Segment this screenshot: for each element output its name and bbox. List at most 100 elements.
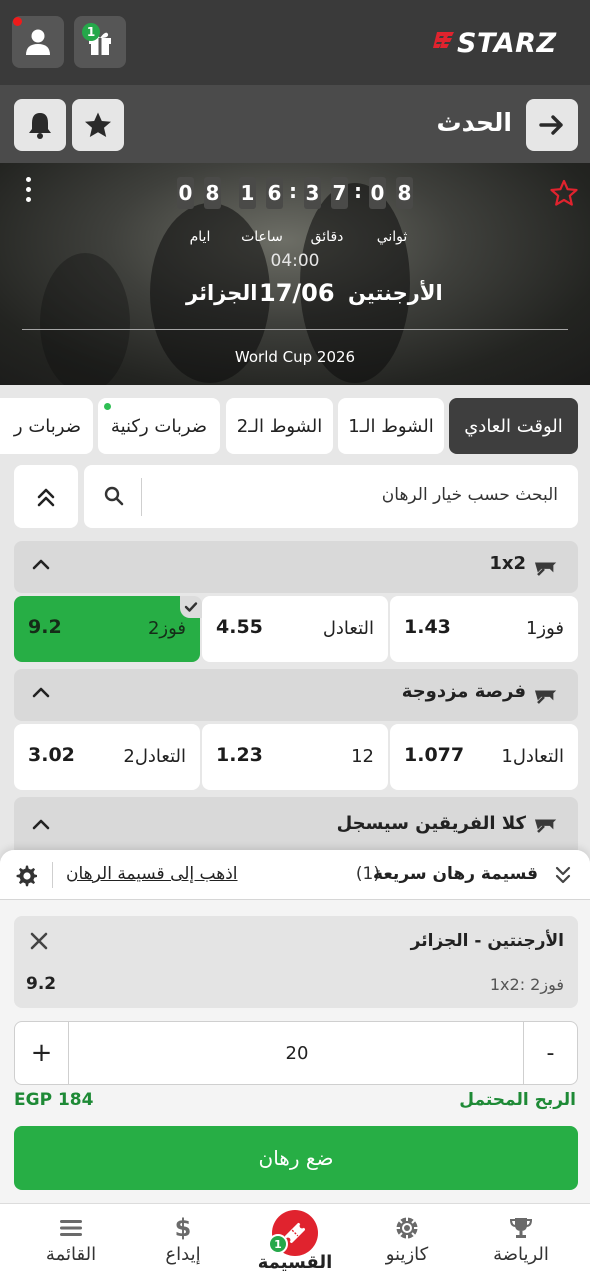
odd-value: 1.077	[404, 744, 465, 766]
pin-icon[interactable]	[534, 810, 560, 836]
brand-logo[interactable]: STARZ	[432, 26, 557, 60]
nav-label: إيداع	[165, 1244, 201, 1265]
collapse-all-button[interactable]	[14, 465, 78, 528]
notification-dot	[13, 17, 22, 26]
gift-button[interactable]	[74, 16, 126, 68]
market-title: كلا الفريقين سيسجل	[336, 813, 526, 834]
days-label: ايام	[189, 229, 211, 245]
bet-odd: 9.2	[26, 974, 57, 994]
odd-button-selected[interactable]: فوز2 9.2	[14, 596, 200, 662]
user-icon	[26, 29, 50, 55]
bet-card: الأرجنتين - الجزائر 1x2: فوز2 9.2	[14, 916, 578, 1008]
chevron-up-icon	[32, 819, 50, 830]
colon-separator: :	[289, 179, 297, 203]
odd-value: 1.43	[404, 616, 451, 638]
odd-button[interactable]: فوز1 1.43	[390, 596, 578, 662]
odd-button[interactable]: 1التعادل 1.077	[390, 724, 578, 790]
nav-sports[interactable]: الرياضة	[462, 1204, 580, 1280]
divider	[52, 862, 53, 888]
tab-regular-time[interactable]: الوقت العادي	[449, 398, 578, 454]
match-teams: الجزائر 17/06 الأرجنتين	[0, 279, 590, 315]
trophy-icon	[509, 1218, 533, 1238]
quick-bet-slip: اذهب إلى قسيمة الرهان (1) قسيمة رهان سري…	[0, 850, 590, 1205]
slip-badge: 1	[268, 1234, 288, 1254]
seconds-digit: 0	[369, 177, 386, 209]
slip-header: اذهب إلى قسيمة الرهان (1) قسيمة رهان سري…	[0, 850, 590, 900]
days-digit: 8	[204, 177, 221, 209]
market-header-1x2[interactable]: 1x2	[14, 541, 578, 593]
seconds-digit: 8	[396, 177, 413, 209]
app-root: 1 STARZ الحدث 0 8 ايام 1 6: ساعات 3 7:…	[0, 0, 590, 1280]
league-name: World Cup 2026	[234, 348, 356, 366]
dollar-icon: $	[174, 1214, 192, 1242]
odd-label: 12	[351, 746, 374, 767]
double-chevron-down-icon[interactable]	[554, 864, 572, 886]
brand-mark-icon	[432, 28, 456, 59]
odd-label: 1التعادل	[501, 746, 564, 767]
market-header-both-teams-score[interactable]: كلا الفريقين سيسجل	[14, 797, 578, 857]
team-home: الأرجنتين	[348, 281, 443, 305]
increase-stake-button[interactable]: +	[15, 1022, 69, 1084]
odd-value: 9.2	[28, 616, 62, 638]
event-banner: 0 8 ايام 1 6 : ساعات 3 7 : دقائق 0 8 ثوا…	[0, 163, 590, 385]
top-bar: 1 STARZ	[0, 0, 590, 85]
casino-chip-icon	[396, 1217, 418, 1239]
tab-corners[interactable]: ضربات ركنية	[98, 398, 220, 454]
search-divider	[141, 478, 142, 516]
selected-check-icon	[180, 596, 202, 618]
days-digit: 0	[177, 177, 194, 209]
tab-live-dot	[104, 403, 111, 410]
gift-badge: 1	[82, 23, 100, 41]
minutes-label: دقائق	[310, 229, 344, 245]
hours-digit: 1	[239, 177, 256, 209]
back-button[interactable]	[526, 99, 578, 151]
hours-digit: 6	[266, 177, 283, 209]
market-header-double-chance[interactable]: فرصة مزدوجة	[14, 669, 578, 721]
nav-casino[interactable]: كازينو	[348, 1204, 466, 1280]
pin-icon[interactable]	[534, 681, 560, 707]
page-title: الحدث	[436, 108, 512, 137]
divider	[22, 329, 568, 330]
odd-label: التعادل	[322, 618, 374, 639]
nav-menu[interactable]: القائمة	[12, 1204, 130, 1280]
place-bet-button[interactable]: ضع رهان	[14, 1126, 578, 1190]
decrease-stake-button[interactable]: -	[523, 1022, 577, 1084]
odd-label: فوز2	[147, 618, 186, 639]
nav-label: القسيمة	[257, 1252, 333, 1273]
bet-selection: 1x2: فوز2	[489, 975, 564, 994]
search-input[interactable]: البحث حسب خيار الرهان	[84, 465, 578, 528]
pin-icon[interactable]	[534, 553, 560, 579]
bottom-navigation: الرياضة كازينو 1 القسيمة $ إيداع القائمة	[0, 1203, 590, 1280]
countdown-timer: 0 8 ايام 1 6 : ساعات 3 7 : دقائق 0 8 ثوا…	[0, 177, 590, 245]
bell-icon	[29, 113, 51, 139]
stake-input[interactable]: 20	[69, 1022, 525, 1084]
favorite-button[interactable]	[72, 99, 124, 151]
event-header: الحدث	[0, 85, 590, 163]
menu-icon	[60, 1220, 82, 1236]
odd-label: 2التعادل	[123, 746, 186, 767]
odd-button[interactable]: 2التعادل 3.02	[14, 724, 200, 790]
tab-second-half[interactable]: الشوط الـ2	[226, 398, 333, 454]
stake-stepper: + 20 -	[14, 1021, 578, 1085]
seconds-label: ثواني	[376, 229, 408, 245]
odd-button[interactable]: التعادل 4.55	[202, 596, 388, 662]
tab-first-half[interactable]: الشوط الـ1	[338, 398, 444, 454]
nav-label: القائمة	[45, 1244, 97, 1265]
go-to-bet-slip-link[interactable]: اذهب إلى قسيمة الرهان	[66, 864, 238, 884]
odd-button[interactable]: 12 1.23	[202, 724, 388, 790]
close-icon[interactable]	[30, 932, 48, 950]
nav-label: كازينو	[385, 1244, 429, 1265]
odd-value: 3.02	[28, 744, 75, 766]
bet-teams: الأرجنتين - الجزائر	[410, 931, 564, 951]
nav-bet-slip[interactable]: 1 القسيمة	[236, 1204, 354, 1280]
team-away: الجزائر	[186, 281, 258, 305]
market-title: فرصة مزدوجة	[401, 681, 526, 702]
chevron-up-icon	[32, 559, 50, 570]
nav-deposit[interactable]: $ إيداع	[124, 1204, 242, 1280]
tab-penalties[interactable]: ضربات ر	[0, 398, 93, 454]
chevron-up-icon	[32, 687, 50, 698]
settings-icon[interactable]	[16, 865, 38, 887]
minutes-digit: 3	[304, 177, 321, 209]
notifications-button[interactable]	[14, 99, 66, 151]
slip-title: قسيمة رهان سريعة	[373, 864, 538, 884]
